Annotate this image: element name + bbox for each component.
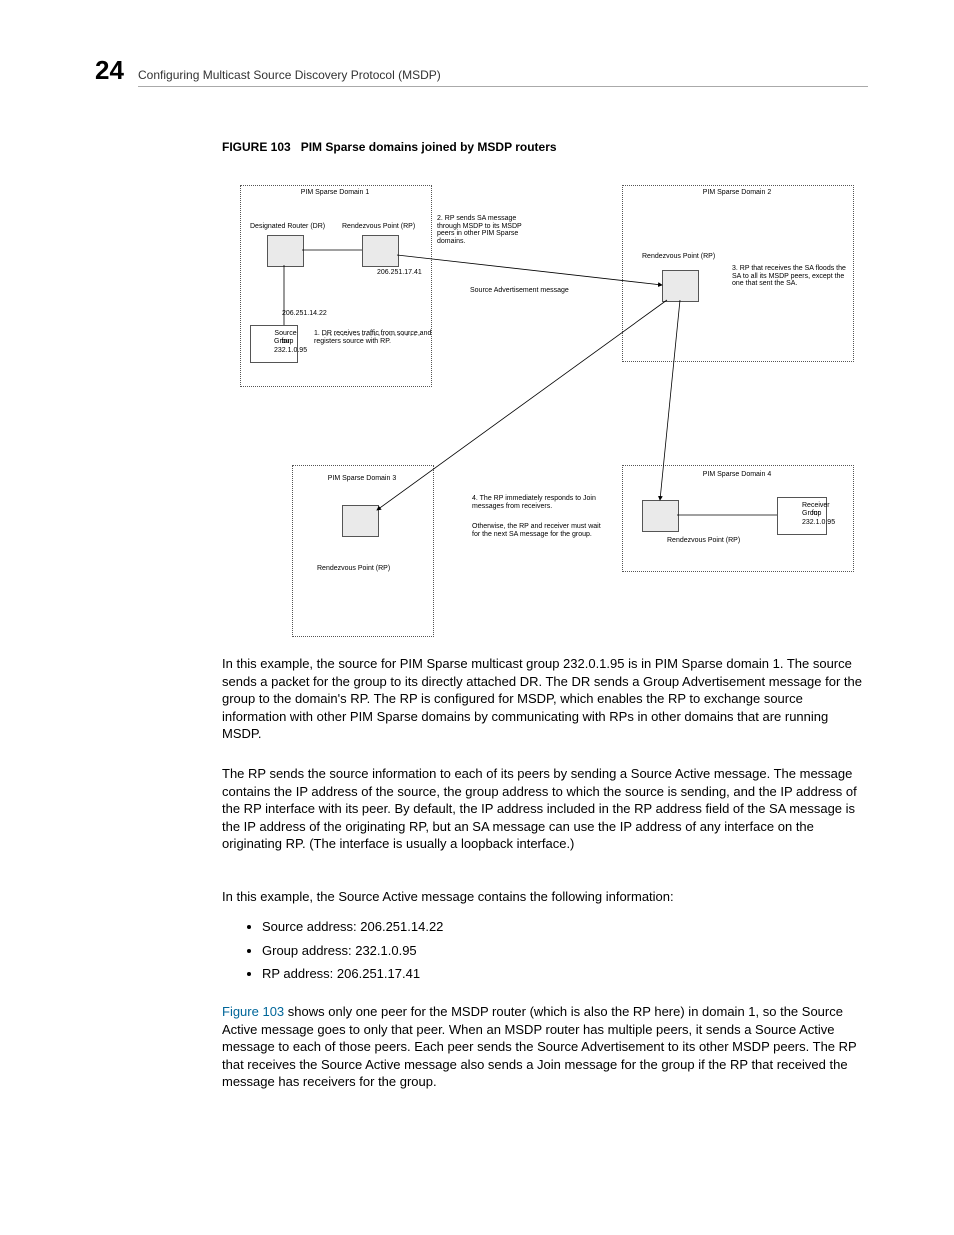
note2: 2. RP sends SA message through MSDP to i… (437, 215, 537, 246)
rp-label-3: Rendezvous Point (RP) (317, 565, 390, 573)
domain3-label: PIM Sparse Domain 3 (292, 475, 432, 483)
note4a: 4. The RP immediately responds to Join m… (472, 495, 602, 510)
rp1-router-icon (362, 235, 399, 267)
ip-rp: 206.251.17.41 (377, 269, 422, 277)
figure-caption: FIGURE 103 PIM Sparse domains joined by … (222, 140, 557, 154)
note4b: Otherwise, the RP and receiver must wait… (472, 523, 607, 538)
header-rule (138, 86, 868, 87)
domain2-label: PIM Sparse Domain 2 (622, 189, 852, 197)
domain3-box (292, 465, 434, 637)
rp-label-4: Rendezvous Point (RP) (667, 537, 740, 545)
receiver-box-l2: Group (802, 510, 821, 518)
ip-dr: 206.251.14.22 (282, 310, 327, 318)
receiver-box: Receiver for Group 232.1.0.95 (777, 497, 827, 535)
paragraph-3: In this example, the Source Active messa… (222, 888, 862, 906)
paragraph-4-rest: shows only one peer for the MSDP router … (222, 1004, 856, 1089)
dr-router-icon (267, 235, 304, 267)
rp3-router-icon (342, 505, 379, 537)
bullet-list: Source address: 206.251.14.22 Group addr… (222, 912, 902, 989)
rp-label-1: Rendezvous Point (RP) (342, 223, 415, 231)
rp2-router-icon (662, 270, 699, 302)
rp-label-2: Rendezvous Point (RP) (642, 253, 715, 261)
source-box: Source for Group 232.1.0.95 (250, 325, 298, 363)
note3: 3. RP that receives the SA floods the SA… (732, 265, 847, 288)
rp4-router-icon (642, 500, 679, 532)
sa-msg: Source Advertisement message (470, 287, 569, 295)
page-header-title: Configuring Multicast Source Discovery P… (138, 68, 441, 82)
paragraph-1: In this example, the source for PIM Spar… (222, 655, 862, 743)
paragraph-4: Figure 103 shows only one peer for the M… (222, 1003, 862, 1091)
figure-link[interactable]: Figure 103 (222, 1004, 284, 1019)
source-box-l2: Group (274, 338, 293, 346)
domain1-label: PIM Sparse Domain 1 (240, 189, 430, 197)
figure-label: FIGURE 103 (222, 140, 291, 154)
figure-diagram: PIM Sparse Domain 1 Designated Router (D… (222, 175, 872, 640)
bullet-source-addr: Source address: 206.251.14.22 (262, 918, 902, 936)
receiver-box-l3: 232.1.0.95 (802, 519, 835, 527)
figure-title: PIM Sparse domains joined by MSDP router… (301, 140, 557, 154)
paragraph-2: The RP sends the source information to e… (222, 765, 862, 853)
source-box-l3: 232.1.0.95 (274, 347, 307, 355)
domain4-label: PIM Sparse Domain 4 (622, 471, 852, 479)
bullet-group-addr: Group address: 232.1.0.95 (262, 942, 902, 960)
dr-label: Designated Router (DR) (250, 223, 325, 231)
note1: 1. DR receives traffic from source and r… (314, 330, 434, 345)
page-number: 24 (95, 55, 124, 86)
bullet-rp-addr: RP address: 206.251.17.41 (262, 965, 902, 983)
